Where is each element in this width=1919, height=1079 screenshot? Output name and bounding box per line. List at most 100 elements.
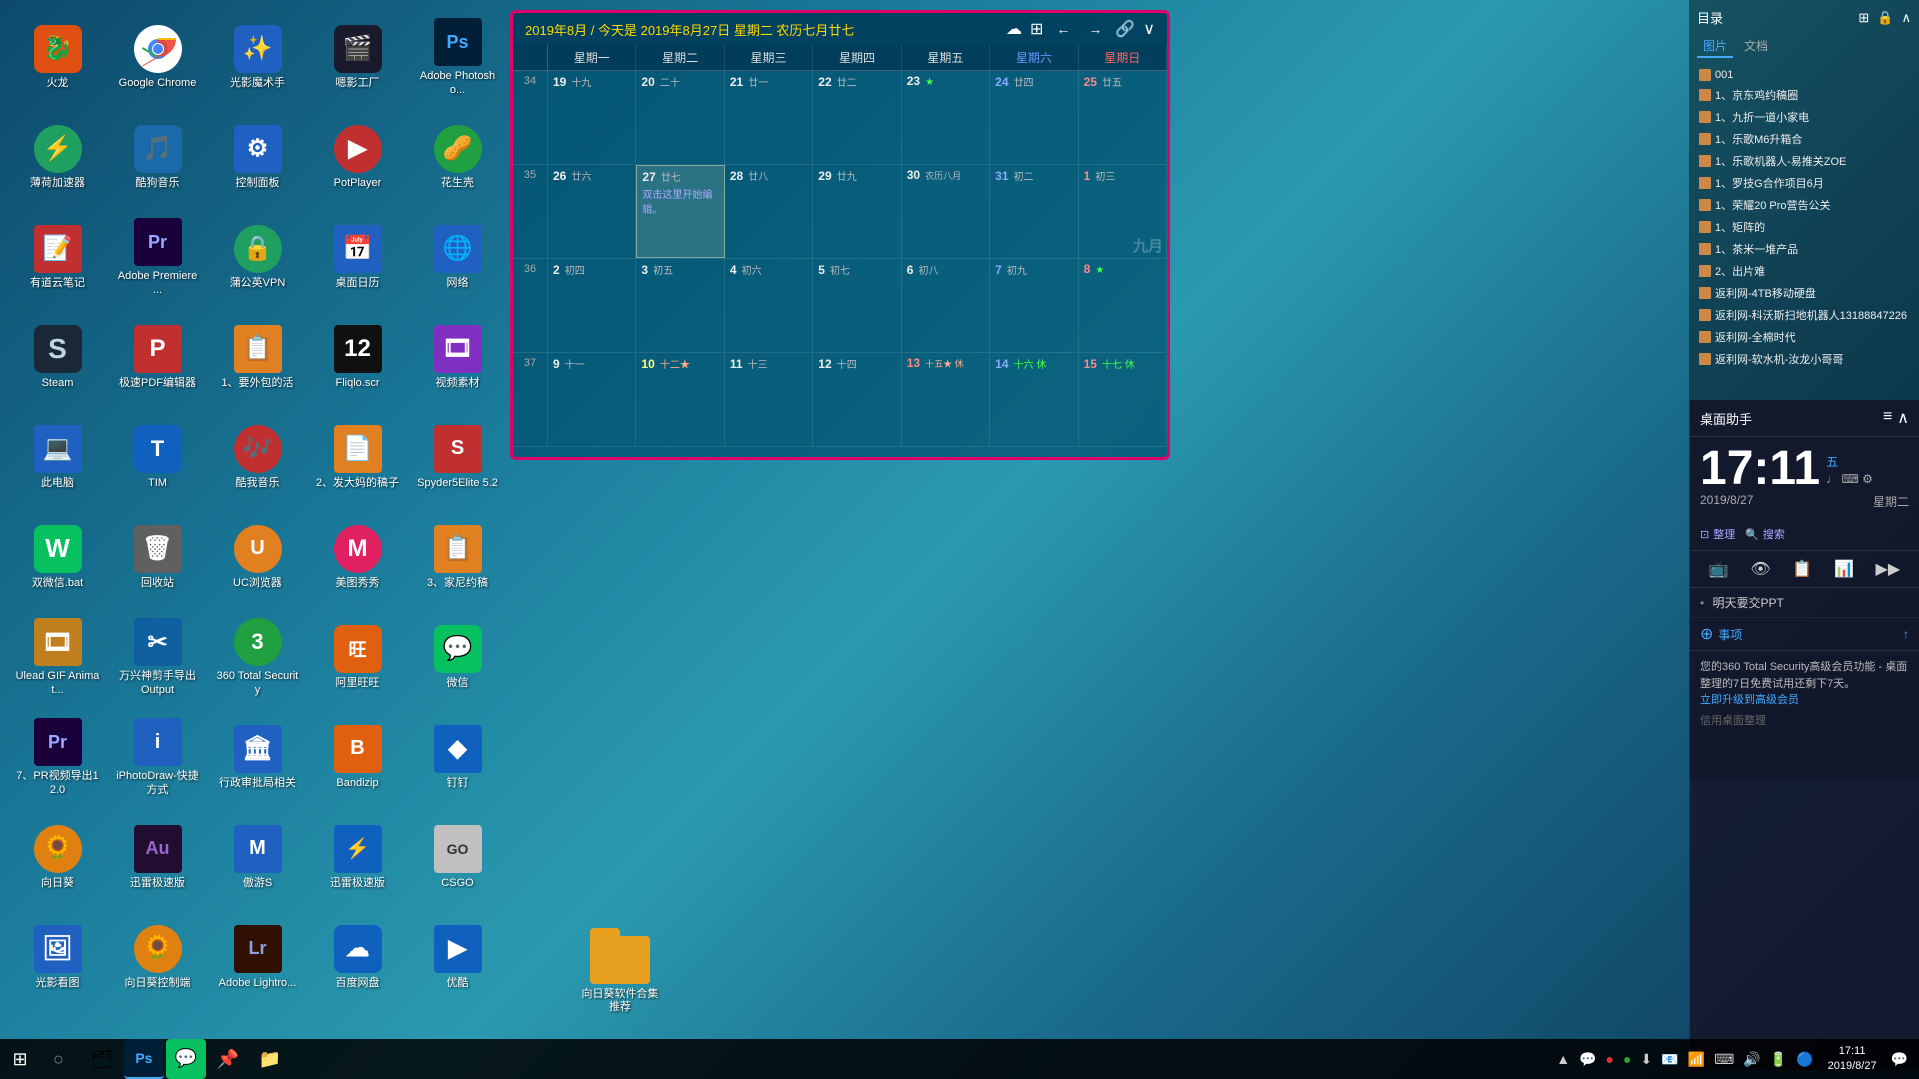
file-item-1[interactable]: 1、京东鸡约稿圈 [1697, 84, 1911, 106]
cal-cell-sep5[interactable]: 5 初七 [813, 259, 901, 352]
icon-wechat-bat[interactable]: W 双微信.bat [10, 510, 105, 605]
file-item-001[interactable]: 001 [1697, 66, 1911, 84]
eye-icon[interactable]: 👁 [1750, 559, 1770, 579]
cal-cell-sep8[interactable]: 8 ★ [1079, 259, 1167, 352]
icon-csgo[interactable]: GO CSGO [410, 810, 505, 905]
cal-cell-sep12[interactable]: 12 十四 [813, 353, 901, 446]
share-icon[interactable]: ↑ [1903, 627, 1909, 641]
tab-pictures[interactable]: 图片 [1697, 35, 1733, 58]
icon-uc[interactable]: U UC浏览器 [210, 510, 305, 605]
icon-lightroom[interactable]: Lr Adobe Lightro... [210, 910, 305, 1005]
icon-fliqlo[interactable]: 12 Fliqlo.scr [310, 310, 405, 405]
start-button[interactable]: ⊞ [0, 1039, 40, 1079]
cal-cell-26[interactable]: 26 廿六 [548, 165, 636, 258]
add-event-row[interactable]: ⊕ 事项 ↑ [1690, 618, 1919, 651]
monitor-icon[interactable]: 📺 [1709, 559, 1729, 579]
icon-spyder[interactable]: S Spyder5Elite 5.2 [410, 410, 505, 505]
cal-cell-sep10[interactable]: 10 十二★ [636, 353, 724, 446]
icon-alibaba[interactable]: 旺 阿里旺旺 [310, 610, 405, 705]
taskbar-app-folder[interactable]: 📁 [250, 1039, 290, 1079]
table-icon[interactable]: 📊 [1834, 559, 1854, 579]
icon-wanxing[interactable]: ✂ 万兴神剪手导出Output [110, 610, 205, 705]
tray-keyboard[interactable]: ⌨ [1711, 1051, 1737, 1068]
icon-admin[interactable]: 🏛 行政审批局相关 [210, 710, 305, 805]
file-item-13[interactable]: 返利网-软水机-汝龙小哥哥 [1697, 348, 1911, 370]
icon-baosujiasuqi[interactable]: ⚡ 薄荷加速器 [10, 110, 105, 205]
taskbar-clock[interactable]: 17:11 2019/8/27 [1820, 1044, 1885, 1075]
icon-meitu[interactable]: M 美图秀秀 [310, 510, 405, 605]
assistant-collapse-icon[interactable]: ∧ [1897, 408, 1909, 428]
cal-expand-icon[interactable]: ∨ [1143, 19, 1155, 39]
icon-kuwo[interactable]: 🎶 酷我音乐 [210, 410, 305, 505]
cal-cell-sep13[interactable]: 13 十五★ 休 [902, 353, 990, 446]
icon-zhuomiri[interactable]: 📅 桌面日历 [310, 210, 405, 305]
tray-notifications[interactable]: 💬 [1888, 1051, 1911, 1068]
icon-youku[interactable]: ▶ 优酷 [410, 910, 505, 1005]
file-item-10[interactable]: 返利网-4TB移动硬盘 [1697, 282, 1911, 304]
icon-huolong[interactable]: 🐉 火龙 [10, 10, 105, 105]
icon-photo-magic[interactable]: ✨ 光影魔术手 [210, 10, 305, 105]
icon-maoyou[interactable]: M 傲游S [210, 810, 305, 905]
icon-chrome[interactable]: Google Chrome [110, 10, 205, 105]
icon-vpn[interactable]: 🔒 蒲公英VPN [210, 210, 305, 305]
icon-baidu-pan[interactable]: ☁ 百度网盘 [310, 910, 405, 1005]
taskbar-search-btn[interactable]: ○ [45, 1049, 72, 1070]
cal-cell-sep9[interactable]: 9 十一 [548, 353, 636, 446]
cal-cell-24[interactable]: 24 廿四 [990, 71, 1078, 164]
upgrade-link[interactable]: 立即升级到高级会员 [1700, 694, 1799, 706]
file-item-6[interactable]: 1、荣耀20 Pro营告公关 [1697, 194, 1911, 216]
tray-red[interactable]: ● [1603, 1051, 1617, 1067]
icon-360[interactable]: 3 360 Total Security [210, 610, 305, 705]
icon-potplayer[interactable]: ▶ PotPlayer [310, 110, 405, 205]
icon-huasheng[interactable]: 🥜 花生壳 [410, 110, 505, 205]
cal-grid-icon[interactable]: ⊞ [1030, 19, 1043, 39]
cal-cell-30[interactable]: 30 农历八月 [902, 165, 990, 258]
cal-cell-sep11[interactable]: 11 十三 [725, 353, 813, 446]
file-item-11[interactable]: 返利网-科沃斯扫地机器人13188847226 [1697, 304, 1911, 326]
desktop-folder-xiangri[interactable]: 向日葵软件合集推荐 [575, 931, 665, 1019]
lock-icon[interactable]: 🔒 [1877, 10, 1893, 26]
tray-bluetooth[interactable]: 🔵 [1793, 1051, 1816, 1068]
cal-cell-sep14[interactable]: 14 十六 休 [990, 353, 1078, 446]
memo-item[interactable]: • 明天要交PPT [1690, 588, 1919, 618]
icon-yingge[interactable]: 🎬 嗯影工厂 [310, 10, 405, 105]
cal-cell-sep4[interactable]: 4 初六 [725, 259, 813, 352]
icon-waibao[interactable]: 📋 1、要外包的活 [210, 310, 305, 405]
icon-wangluo[interactable]: 🌐 网络 [410, 210, 505, 305]
cal-cell-sep1[interactable]: 九月 1 初三 [1079, 165, 1167, 258]
file-item-5[interactable]: 1、罗技G合作项目6月 [1697, 172, 1911, 194]
icon-xunlei[interactable]: ⚡ 迅雷极速版 [310, 810, 405, 905]
tray-msg[interactable]: 💬 [1576, 1051, 1599, 1068]
cal-cell-sep3[interactable]: 3 初五 [636, 259, 724, 352]
cal-cell-sep7[interactable]: 7 初九 [990, 259, 1078, 352]
cal-prev-btn[interactable]: ← [1051, 19, 1075, 39]
cal-cloud-icon[interactable]: ☁ [1006, 19, 1022, 39]
tab-documents[interactable]: 文档 [1738, 35, 1774, 58]
icon-control[interactable]: ⚙ 控制面板 [210, 110, 305, 205]
icon-wechat[interactable]: 💬 微信 [410, 610, 505, 705]
icon-photoshop[interactable]: Ps Adobe Photosho... [410, 10, 505, 105]
icon-guangying[interactable]: 🖼 光影看图 [10, 910, 105, 1005]
action-organize[interactable]: ⊡ 整理 [1700, 526, 1735, 542]
cal-cell-28[interactable]: 28 廿八 [725, 165, 813, 258]
file-item-7[interactable]: 1、矩阵的 [1697, 216, 1911, 238]
cal-link-icon[interactable]: 🔗 [1115, 19, 1135, 39]
cal-cell-sep6[interactable]: 6 初八 [902, 259, 990, 352]
icon-xiangri-ctrl[interactable]: 🌻 向日葵控制端 [110, 910, 205, 1005]
icon-trash[interactable]: 🗑 回收站 [110, 510, 205, 605]
icon-ulead[interactable]: 🎞 Ulead GIF Animat... [10, 610, 105, 705]
cal-cell-sep15[interactable]: 15 十七 休 [1079, 353, 1167, 446]
icon-pdf-editor[interactable]: P 极速PDF编辑器 [110, 310, 205, 405]
tray-battery[interactable]: 🔋 [1767, 1051, 1790, 1068]
tray-download[interactable]: ⬇ [1637, 1051, 1655, 1068]
close-panel-icon[interactable]: ∧ [1901, 10, 1911, 26]
taskbar-app-explorer[interactable]: 🗂 [82, 1039, 122, 1079]
icon-bandizip[interactable]: B Bandizip [310, 710, 405, 805]
file-item-2[interactable]: 1、九折一道小家电 [1697, 106, 1911, 128]
more-icon[interactable]: ▶▶ [1876, 559, 1901, 579]
taskbar-app-photoshop[interactable]: Ps [124, 1039, 164, 1079]
cal-cell-29[interactable]: 29 廿九 [813, 165, 901, 258]
tray-network[interactable]: 📶 [1685, 1051, 1708, 1068]
tray-email[interactable]: 📧 [1658, 1051, 1681, 1068]
cal-cell-20[interactable]: 20 二十 [636, 71, 724, 164]
